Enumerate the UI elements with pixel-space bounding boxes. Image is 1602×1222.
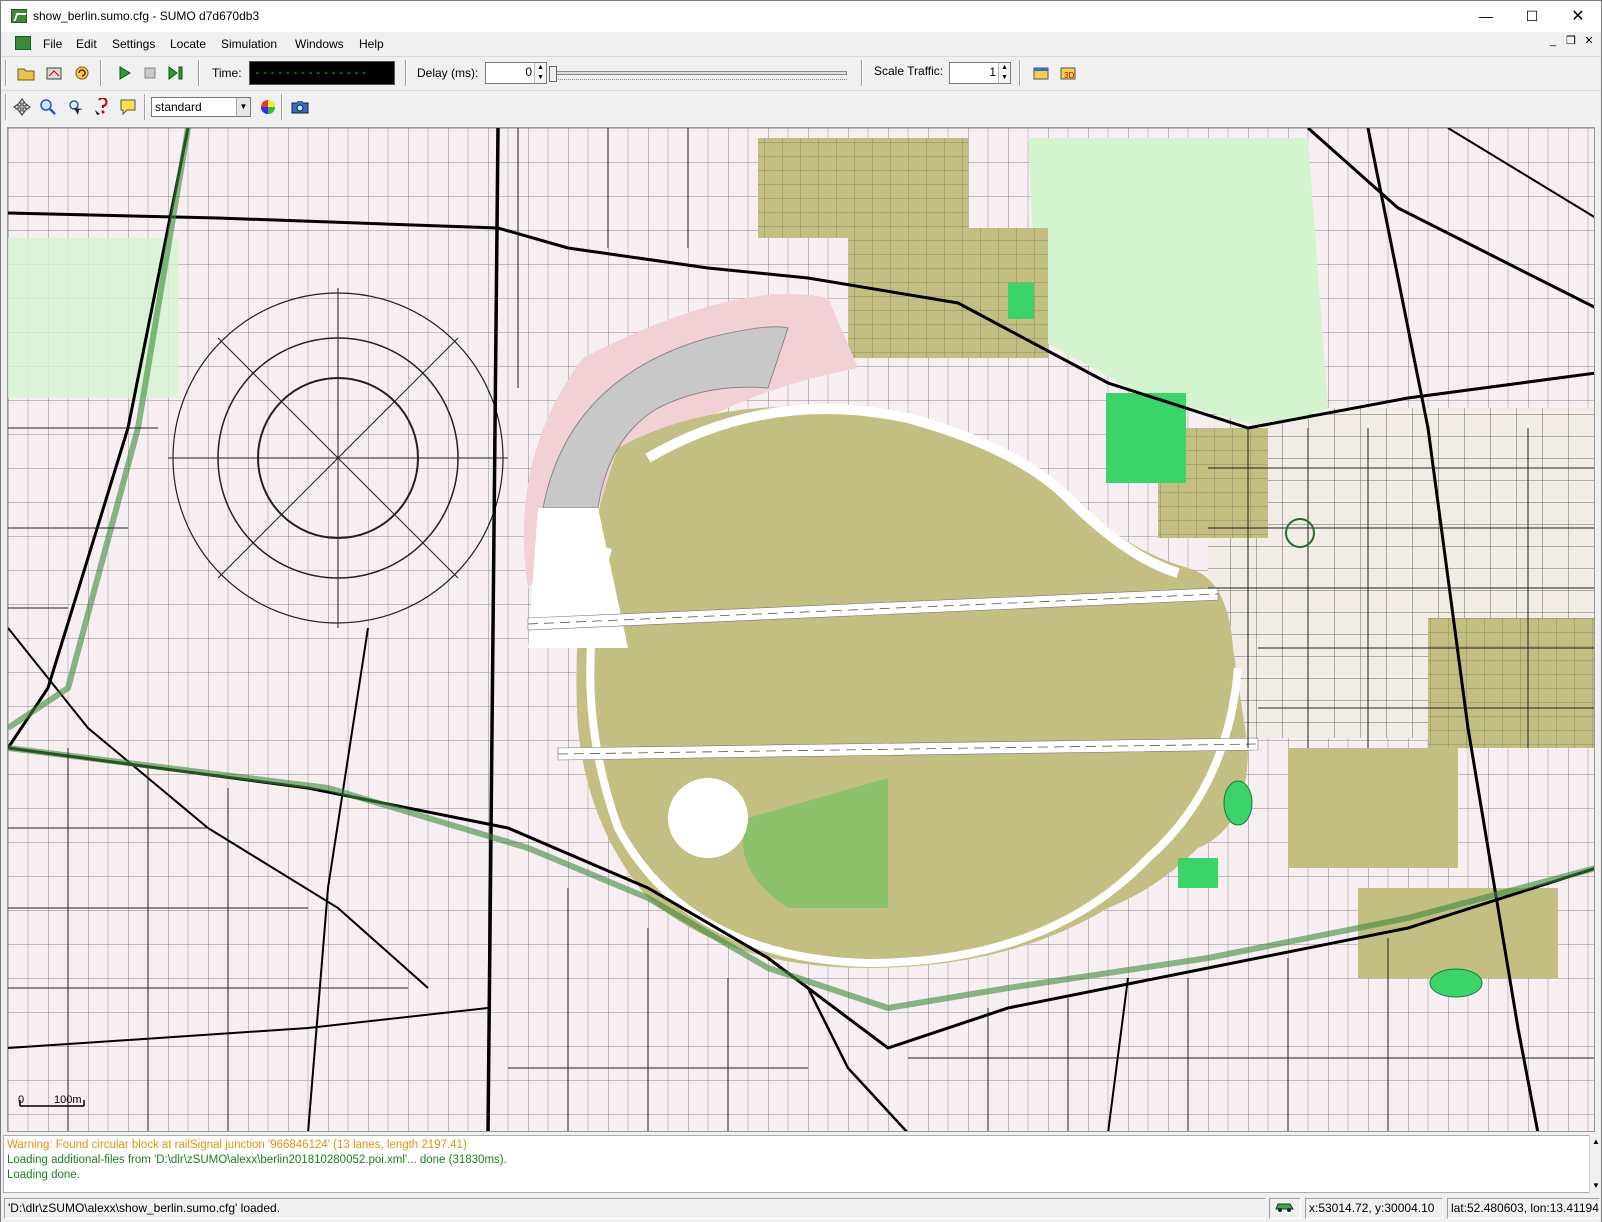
sports-pitch-1 xyxy=(1008,283,1034,319)
sumo-app-icon xyxy=(11,9,27,23)
locate-icon[interactable] xyxy=(64,96,86,118)
toolbar-grip xyxy=(5,60,7,86)
map-canvas xyxy=(8,128,1594,1131)
sumo-window: show_berlin.sumo.cfg - SUMO d7d670db3 — … xyxy=(0,0,1602,1222)
toolbar-separator xyxy=(100,60,102,86)
time-label: Time: xyxy=(212,66,242,80)
cursor-coordinates: x:53014.72, y:30004.10 xyxy=(1305,1198,1443,1219)
step-icon[interactable] xyxy=(165,62,187,84)
toolbar-separator xyxy=(1019,60,1021,86)
menu-edit[interactable]: Edit xyxy=(76,37,97,51)
toolbar-separator xyxy=(198,60,200,86)
mdi-close-button[interactable]: ✕ xyxy=(1582,35,1596,49)
scale-zero-label: 0 xyxy=(18,1094,25,1106)
window-title: show_berlin.sumo.cfg - SUMO d7d670db3 xyxy=(33,9,260,23)
white-circle xyxy=(668,778,748,858)
view-window-icon[interactable] xyxy=(15,36,31,50)
delay-slider[interactable] xyxy=(549,65,851,83)
delay-slider-ticks xyxy=(551,79,847,83)
color-scheme-value: standard xyxy=(155,100,202,114)
olive-area-east xyxy=(1428,618,1594,748)
simulation-toolbar: Time: --------------- Delay (ms): ▲▼ Sca… xyxy=(1,56,1601,88)
open-config-icon[interactable] xyxy=(15,62,37,84)
sports-track-2 xyxy=(1429,968,1483,998)
network-map-view[interactable]: 0 100m xyxy=(7,127,1595,1132)
chevron-down-icon[interactable]: ▼ xyxy=(236,98,250,116)
message-line: Warning: Found circular block at railSig… xyxy=(7,1139,467,1151)
color-scheme-select[interactable]: standard ▼ xyxy=(151,97,251,117)
title-bar: show_berlin.sumo.cfg - SUMO d7d670db3 — … xyxy=(1,1,1601,32)
show-tooltip-icon[interactable] xyxy=(91,96,113,118)
menu-settings[interactable]: Settings xyxy=(112,37,155,51)
open-new-view-icon[interactable] xyxy=(1030,62,1052,84)
delay-slider-track xyxy=(551,71,847,75)
message-line: Loading done. xyxy=(7,1169,80,1181)
toolbar-grip xyxy=(5,94,7,120)
message-window: Warning: Found circular block at railSig… xyxy=(3,1135,1591,1193)
time-display: --------------- xyxy=(249,61,395,85)
scale-traffic-spinner[interactable]: ▲▼ xyxy=(949,62,1011,84)
scale-traffic-label: Scale Traffic: xyxy=(874,64,944,78)
circular-estate xyxy=(168,288,508,628)
mdi-restore-button[interactable]: ❐ xyxy=(1564,35,1578,49)
delay-input[interactable] xyxy=(488,65,532,79)
stop-icon[interactable] xyxy=(139,62,161,84)
scale-distance-label: 100m xyxy=(54,1094,82,1106)
zoom-icon[interactable] xyxy=(37,96,59,118)
toolbar-separator xyxy=(405,60,407,86)
reload-icon[interactable] xyxy=(71,62,93,84)
delay-spinner[interactable]: ▲▼ xyxy=(485,62,547,84)
recenter-icon[interactable] xyxy=(11,96,33,118)
menu-windows[interactable]: Windows xyxy=(295,37,344,51)
maximize-button[interactable]: ☐ xyxy=(1509,1,1555,32)
menu-file[interactable]: File xyxy=(43,37,62,51)
toolbar-separator xyxy=(144,94,146,120)
sports-track-1 xyxy=(1223,780,1253,826)
toolbar-separator xyxy=(861,60,863,86)
scroll-down-icon[interactable]: ▼ xyxy=(1592,1181,1600,1190)
close-button[interactable]: ✕ xyxy=(1555,1,1601,32)
svg-text:3D: 3D xyxy=(1064,71,1074,80)
show-info-icon[interactable] xyxy=(117,96,139,118)
scroll-up-icon[interactable]: ▲ xyxy=(1592,1137,1600,1146)
toolbar-separator xyxy=(281,94,283,120)
message-line: Loading additional-files from 'D:\dlr\zS… xyxy=(7,1154,507,1166)
message-scrollbar[interactable]: ▲ ▼ xyxy=(1589,1135,1601,1193)
status-message: 'D:\dlr\zSUMO\alexx\show_berlin.sumo.cfg… xyxy=(4,1198,1266,1219)
run-icon[interactable] xyxy=(113,62,135,84)
delay-spinner-arrows[interactable]: ▲ ▼ xyxy=(534,63,546,83)
menu-locate[interactable]: Locate xyxy=(170,37,206,51)
delay-slider-thumb[interactable] xyxy=(549,66,557,82)
color-scheme-icon[interactable] xyxy=(257,96,279,118)
park-west xyxy=(8,238,178,398)
olive-area-north xyxy=(758,138,968,238)
open-network-icon[interactable] xyxy=(43,62,65,84)
delay-label: Delay (ms): xyxy=(417,66,479,80)
traffic-car-icon[interactable] xyxy=(1269,1198,1301,1219)
menu-simulation[interactable]: Simulation xyxy=(221,37,277,51)
sports-pitch-2 xyxy=(1178,858,1218,888)
olive-area-east2 xyxy=(1288,748,1458,868)
mdi-minimize-button[interactable]: _ xyxy=(1546,35,1560,49)
cursor-geo-coordinates: lat:52.480603, lon:13.411940 xyxy=(1447,1198,1600,1219)
scale-traffic-spinner-arrows[interactable]: ▲ ▼ xyxy=(998,63,1010,83)
scale-traffic-input[interactable] xyxy=(952,65,996,79)
minimize-button[interactable]: — xyxy=(1463,1,1509,32)
menu-help[interactable]: Help xyxy=(359,37,384,51)
view-toolbar: standard ▼ xyxy=(1,90,1601,122)
screenshot-icon[interactable] xyxy=(289,96,311,118)
open-3d-view-icon[interactable]: 3D xyxy=(1057,62,1079,84)
status-bar: 'D:\dlr\zSUMO\alexx\show_berlin.sumo.cfg… xyxy=(1,1195,1601,1222)
menu-bar: File Edit Settings Locate Simulation Win… xyxy=(1,32,1601,56)
green-patch xyxy=(1106,393,1186,483)
